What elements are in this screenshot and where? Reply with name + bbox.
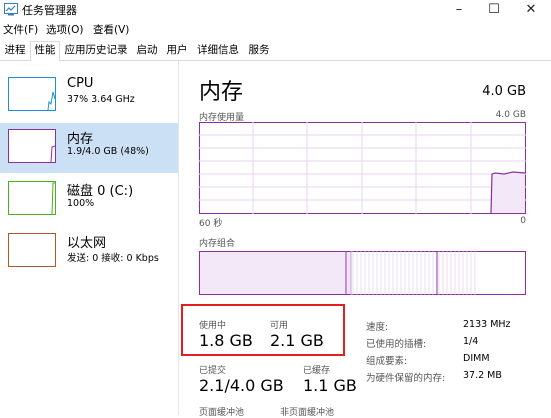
- available-label: 可用: [270, 321, 289, 331]
- sidebar-item-cpu[interactable]: CPU 37% 3.64 GHz: [0, 71, 178, 121]
- slots-label: 已使用的插槽:: [366, 339, 427, 350]
- hardware-reserved-value: 37.2 MB: [463, 370, 502, 381]
- tab-startup[interactable]: 启动: [133, 42, 161, 59]
- maximize-button[interactable]: ☐: [479, 0, 509, 20]
- menu-view[interactable]: 查看(V): [93, 22, 129, 37]
- sidebar-item-disk[interactable]: 磁盘 0 (C:) 100%: [0, 175, 178, 225]
- tab-users[interactable]: 用户: [163, 42, 191, 59]
- usage-graph-max: 4.0 GB: [495, 110, 526, 120]
- committed-label: 已提交: [199, 366, 227, 376]
- tab-processes[interactable]: 进程: [2, 42, 28, 59]
- in-use-value: 1.8 GB: [199, 331, 253, 350]
- total-capacity: 4.0 GB: [482, 84, 526, 99]
- sidebar-cpu-subtitle: 37% 3.64 GHz: [67, 94, 135, 105]
- tab-bar: 进程 性能 应用历史记录 启动 用户 详细信息 服务: [0, 40, 551, 62]
- cached-value: 1.1 GB: [303, 376, 357, 395]
- speed-value: 2133 MHz: [463, 319, 511, 330]
- tab-app-history[interactable]: 应用历史记录: [61, 42, 131, 59]
- speed-label: 速度:: [366, 322, 389, 333]
- sidebar-memory-subtitle: 1.9/4.0 GB (48%): [67, 146, 149, 157]
- available-value: 2.1 GB: [270, 331, 324, 350]
- sidebar-disk-title: 磁盘 0 (C:): [67, 184, 134, 199]
- hardware-reserved-label: 为硬件保留的内存:: [366, 373, 446, 384]
- cached-label: 已缓存: [303, 366, 331, 376]
- form-factor-value: DIMM: [463, 353, 490, 364]
- resource-sidebar: CPU 37% 3.64 GHz 内存 1.9/4.0 GB (48%) 磁盘 …: [0, 61, 179, 415]
- graph-zero-label: 0: [520, 216, 526, 226]
- paged-pool-label: 页面缓冲池: [199, 408, 245, 418]
- disk-thumbnail-graph: [8, 181, 56, 215]
- close-button[interactable]: ✕: [516, 0, 546, 20]
- tab-services[interactable]: 服务: [245, 42, 273, 59]
- menu-options[interactable]: 选项(O): [46, 22, 83, 37]
- task-manager-icon: [4, 3, 18, 16]
- form-factor-label: 组成要素:: [366, 356, 408, 367]
- cpu-thumbnail-graph: [8, 77, 56, 111]
- graph-time-label: 60 秒: [199, 219, 223, 229]
- minimize-button[interactable]: –: [444, 0, 474, 20]
- menu-file[interactable]: 文件(F): [3, 22, 38, 37]
- committed-value: 2.1/4.0 GB: [199, 376, 284, 395]
- sidebar-item-memory[interactable]: 内存 1.9/4.0 GB (48%): [0, 123, 178, 173]
- sidebar-disk-subtitle: 100%: [67, 198, 95, 209]
- slots-value: 1/4: [463, 336, 479, 347]
- tab-performance[interactable]: 性能: [30, 41, 60, 62]
- memory-usage-graph: [199, 122, 526, 214]
- page-title: 内存: [199, 80, 244, 105]
- memory-thumbnail-graph: [8, 129, 56, 163]
- sidebar-cpu-title: CPU: [67, 76, 94, 91]
- in-use-label: 使用中: [199, 321, 227, 331]
- nonpaged-pool-label: 非页面缓冲池: [280, 408, 335, 418]
- memory-composition-bar: [199, 251, 526, 295]
- title-bar: 任务管理器 – ☐ ✕: [0, 0, 551, 20]
- tab-details[interactable]: 详细信息: [193, 42, 243, 59]
- window-title: 任务管理器: [22, 4, 77, 17]
- sidebar-ethernet-title: 以太网: [67, 236, 107, 251]
- sidebar-memory-title: 内存: [67, 132, 94, 147]
- sidebar-ethernet-subtitle: 发送: 0 接收: 0 Kbps: [67, 253, 159, 264]
- ethernet-thumbnail-graph: [8, 233, 56, 267]
- sidebar-item-ethernet[interactable]: 以太网 发送: 0 接收: 0 Kbps: [0, 227, 178, 277]
- composition-label: 内存组合: [199, 239, 236, 249]
